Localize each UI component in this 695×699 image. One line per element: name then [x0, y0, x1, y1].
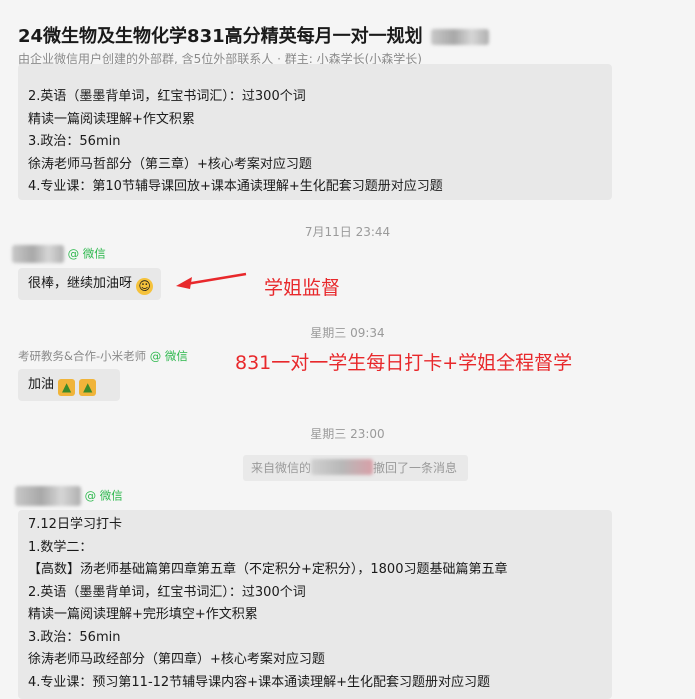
message-line: 2.英语（墨墨背单词，红宝书词汇）：过300个词	[28, 89, 306, 104]
message-bubble[interactable]: 很棒，继续加油呀 ☺	[18, 268, 161, 300]
timestamp: 7月11日 23:44	[304, 225, 391, 239]
message-bubble[interactable]: 7.12日学习打卡 1.数学二： 【高数】汤老师基础篇第四章第五章（不定积分+定…	[18, 510, 612, 699]
hug-emoji-icon: ☺	[136, 278, 154, 295]
message-line: 精读一篇阅读理解+完形填空+作文积累	[28, 607, 258, 622]
recall-prefix: 来自微信的	[251, 461, 312, 475]
chat-title-text: 24微生物及生物化学831高分精英每月一对一规划	[18, 26, 423, 47]
wechat-suffix: @ 微信	[149, 349, 188, 363]
message-bubble[interactable]: 加油 ▲ ▲	[18, 369, 120, 401]
thumbs-up-icon: ▲	[79, 379, 97, 396]
message-line: 3.政治：56min	[28, 134, 121, 149]
sender-name[interactable]: 考研教务&合作-小米老师 @ 微信	[18, 348, 188, 364]
cut-off-line	[28, 64, 602, 86]
message-line: 4.专业课：第10节辅导课回放+课本通读理解+生化配套习题册对应习题	[28, 179, 443, 194]
sender-name[interactable]: @ 微信	[12, 245, 106, 263]
annotation-label: 学姐监督	[264, 277, 341, 299]
message-text: 很棒，继续加油呀	[28, 276, 133, 291]
message-line: 2.英语（墨墨背单词，红宝书词汇）：过300个词	[28, 584, 306, 600]
redacted-recall-name	[311, 459, 374, 475]
message-line: 1.数学二：	[28, 539, 93, 555]
thumbs-up-icon: ▲	[58, 379, 76, 396]
chat-header: 24微生物及生物化学831高分精英每月一对一规划 由企业微信用户创建的外部群, …	[0, 0, 695, 72]
redacted-name	[430, 29, 489, 45]
sender-name-text: 考研教务&合作-小米老师	[18, 349, 147, 363]
annotation-label: 831一对一学生每日打卡+学姐全程督学	[235, 352, 573, 374]
timestamp: 星期三 09:34	[310, 326, 385, 340]
redacted-sender	[12, 245, 64, 263]
message-line: 徐涛老师马哲部分（第三章）+核心考案对应习题	[28, 156, 312, 172]
sender-name[interactable]: @ 微信	[15, 486, 123, 506]
message-line: 4.专业课：预习第11-12节辅导课内容+课本通读理解+生化配套习题册对应习题	[28, 674, 490, 690]
message-text: 加油	[28, 377, 55, 392]
message-line: 徐涛老师马政经部分（第四章）+核心考案对应习题	[28, 652, 325, 667]
message-line: 精读一篇阅读理解+作文积累	[28, 111, 195, 127]
recall-notice: 来自微信的 撤回了一条消息	[243, 455, 468, 481]
message-line: 3.政治：56min	[28, 629, 121, 645]
redacted-sender	[15, 486, 81, 506]
wechat-suffix: @ 微信	[84, 488, 123, 503]
timestamp: 星期三 23:00	[310, 427, 385, 441]
recall-suffix: 撤回了一条消息	[373, 461, 458, 475]
chat-title[interactable]: 24微生物及生物化学831高分精英每月一对一规划	[18, 22, 489, 48]
message-bubble[interactable]: 2.英语（墨墨背单词，红宝书词汇）：过300个词 精读一篇阅读理解+作文积累 3…	[18, 64, 612, 200]
wechat-suffix: @ 微信	[67, 246, 106, 261]
message-line: 7.12日学习打卡	[28, 517, 122, 532]
arrow-icon	[176, 272, 247, 289]
message-line: 【高数】汤老师基础篇第四章第五章（不定积分+定积分），1800习题基础篇第五章	[28, 562, 508, 577]
